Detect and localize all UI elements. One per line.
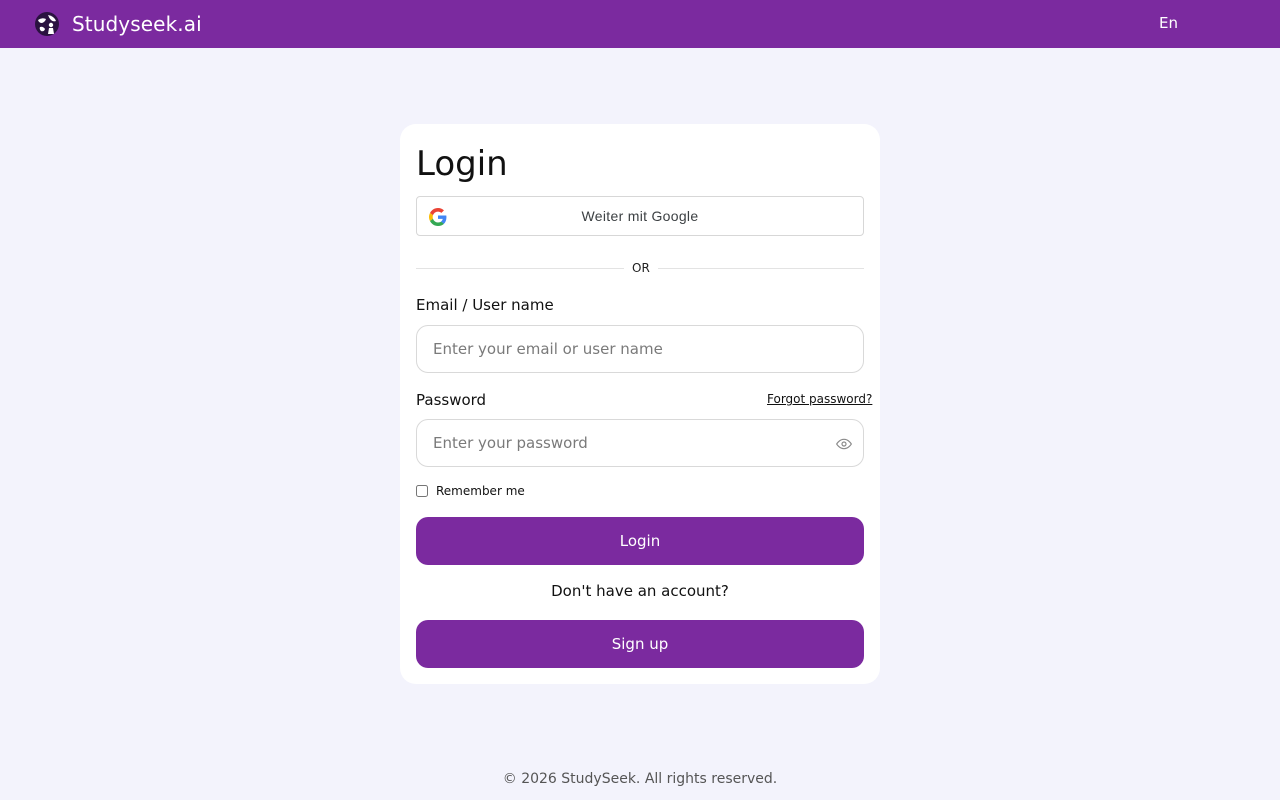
remember-me-checkbox[interactable] (416, 485, 428, 497)
remember-me-label: Remember me (436, 484, 525, 498)
divider-text: OR (632, 261, 650, 275)
email-input[interactable] (416, 325, 864, 373)
footer-copyright: © 2026 StudySeek. All rights reserved. (502, 771, 778, 787)
login-card: Login Weiter mit Google OR Email / User … (400, 124, 880, 684)
brand-name: Studyseek.ai (72, 12, 202, 36)
email-label: Email / User name (416, 296, 554, 314)
no-account-text: Don't have an account? (551, 582, 729, 600)
page-title: Login (416, 144, 508, 184)
login-button[interactable]: Login (416, 517, 864, 565)
globe-person-icon (35, 12, 59, 36)
google-signin-button[interactable]: Weiter mit Google (416, 196, 864, 236)
google-icon (429, 208, 447, 226)
eye-icon[interactable] (836, 436, 852, 452)
brand[interactable]: Studyseek.ai (34, 0, 202, 48)
language-selector[interactable]: En (1159, 14, 1178, 32)
divider-line-left (416, 268, 624, 269)
password-label: Password (416, 391, 487, 409)
google-button-label: Weiter mit Google (581, 208, 699, 224)
or-divider: OR (416, 260, 864, 276)
remember-me: Remember me (416, 484, 525, 498)
top-navigation-bar: Studyseek.ai En (0, 0, 1280, 48)
signup-button[interactable]: Sign up (416, 620, 864, 668)
divider-line-right (658, 268, 864, 269)
forgot-password-link[interactable]: Forgot password? (767, 392, 872, 406)
password-input[interactable] (416, 419, 864, 467)
